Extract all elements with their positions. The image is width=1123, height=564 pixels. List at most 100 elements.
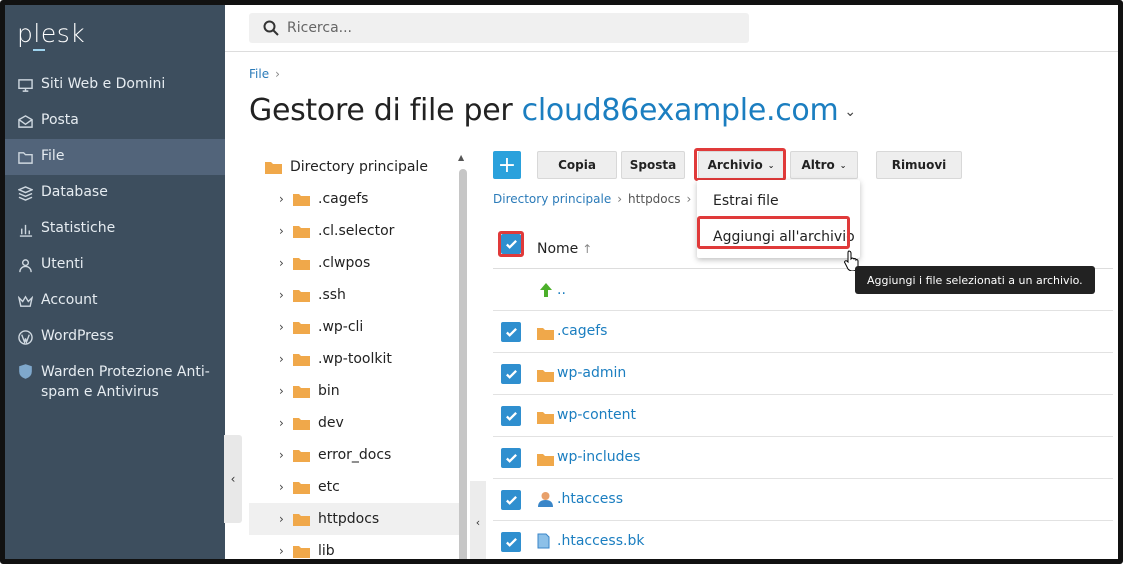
sidebar-item-users[interactable]: Utenti: [5, 247, 225, 283]
breadcrumb-files-link[interactable]: File: [249, 67, 269, 81]
folder-icon: [537, 367, 554, 386]
file-name-link[interactable]: wp-admin: [557, 365, 626, 381]
domain-selector[interactable]: cloud86example.com: [522, 93, 839, 128]
tree-item-label: .cagefs: [318, 191, 369, 207]
folder-icon: [293, 385, 310, 398]
more-button[interactable]: Altro ⌄: [790, 151, 858, 179]
tree-item[interactable]: › error_docs: [249, 439, 459, 471]
chevron-right-icon[interactable]: ›: [279, 480, 284, 494]
move-button[interactable]: Sposta: [621, 151, 685, 179]
shield-icon: [17, 363, 33, 379]
file-name-link[interactable]: .cagefs: [557, 323, 607, 339]
search-input[interactable]: Ricerca...: [249, 13, 749, 43]
row-checkbox[interactable]: [501, 322, 521, 342]
sidebar-item-statistics[interactable]: Statistiche: [5, 211, 225, 247]
page-title-text: Gestore di file per: [249, 93, 513, 128]
wordpress-icon: [17, 329, 33, 345]
parent-link[interactable]: ..: [557, 282, 566, 298]
path-root-link[interactable]: Directory principale: [493, 192, 611, 206]
tree-item[interactable]: › dev: [249, 407, 459, 439]
file-name-link[interactable]: .htaccess: [557, 491, 623, 507]
tree-item[interactable]: › .cl.selector: [249, 215, 459, 247]
check-icon: [505, 239, 517, 249]
tree-item[interactable]: › lib: [249, 535, 459, 559]
tree-item-label: etc: [318, 479, 340, 495]
tree-root[interactable]: Directory principale: [249, 151, 459, 183]
sort-arrow-icon: ↑: [582, 242, 593, 256]
chevron-right-icon[interactable]: ›: [279, 416, 284, 430]
folder-icon: [293, 321, 310, 334]
page-title: Gestore di file per cloud86example.com ⌄: [249, 93, 856, 128]
row-checkbox[interactable]: [501, 490, 521, 510]
row-checkbox[interactable]: [501, 364, 521, 384]
chevron-right-icon[interactable]: ›: [279, 352, 284, 366]
sidebar-item-files[interactable]: File: [5, 139, 225, 175]
tree-item[interactable]: › .cagefs: [249, 183, 459, 215]
mail-icon: [17, 113, 33, 129]
monitor-icon: [17, 77, 33, 93]
check-icon: [505, 369, 517, 379]
sidebar-item-websites[interactable]: Siti Web e Domini: [5, 67, 225, 103]
copy-button[interactable]: Copia: [537, 151, 617, 179]
scroll-up-icon[interactable]: ▲: [458, 153, 464, 162]
sidebar-item-wordpress[interactable]: WordPress: [5, 319, 225, 355]
tree-item[interactable]: › .ssh: [249, 279, 459, 311]
add-to-archive-highlight: [697, 216, 850, 249]
row-checkbox[interactable]: [501, 406, 521, 426]
add-button[interactable]: +: [493, 151, 521, 179]
chevron-down-icon: ⌄: [839, 160, 847, 170]
tree-item-label: Directory principale: [290, 159, 428, 175]
plesk-logo[interactable]: plesk: [17, 19, 85, 51]
tree-item[interactable]: › .wp-toolkit: [249, 343, 459, 375]
chevron-right-icon[interactable]: ›: [279, 384, 284, 398]
row-checkbox[interactable]: [501, 532, 521, 552]
tree-item-label: .clwpos: [318, 255, 371, 271]
sidebar-item-label: File: [41, 148, 65, 164]
chevron-right-icon[interactable]: ›: [279, 224, 284, 238]
scrollbar-thumb[interactable]: [459, 169, 467, 559]
tree-item[interactable]: › etc: [249, 471, 459, 503]
sidebar-item-account[interactable]: Account: [5, 283, 225, 319]
tree-item-label: .ssh: [318, 287, 346, 303]
sidebar-item-warden[interactable]: Warden Protezione Anti-spam e Antivirus: [5, 355, 225, 409]
chevron-right-icon[interactable]: ›: [279, 320, 284, 334]
folder-icon: [293, 353, 310, 366]
chevron-right-icon[interactable]: ›: [279, 288, 284, 302]
sidebar-collapse-handle[interactable]: ‹: [224, 435, 242, 523]
chevron-right-icon[interactable]: ›: [279, 256, 284, 270]
select-all-checkbox[interactable]: [501, 234, 521, 254]
column-header-name[interactable]: Nome ↑: [537, 241, 592, 257]
tree-item-label: .wp-toolkit: [318, 351, 392, 367]
sidebar-item-label: Database: [41, 184, 108, 200]
sidebar-item-mail[interactable]: Posta: [5, 103, 225, 139]
row-checkbox[interactable]: [501, 448, 521, 468]
sidebar-item-database[interactable]: Database: [5, 175, 225, 211]
archive-highlight: [694, 148, 786, 181]
folder-icon: [293, 257, 310, 270]
chevron-right-icon[interactable]: ›: [279, 448, 284, 462]
tree-item-label: bin: [318, 383, 340, 399]
extract-files-item[interactable]: Estrai file: [713, 193, 779, 209]
tree-item-label: .cl.selector: [318, 223, 395, 239]
tree-item[interactable]: › .clwpos: [249, 247, 459, 279]
path-breadcrumb: Directory principale › httpdocs ›: [493, 192, 692, 206]
chevron-down-icon[interactable]: ⌄: [844, 104, 856, 120]
tree-item-label: dev: [318, 415, 344, 431]
folder-icon: [293, 449, 310, 462]
file-name-link[interactable]: wp-includes: [557, 449, 640, 465]
remove-button[interactable]: Rimuovi: [876, 151, 962, 179]
tree-item-label: lib: [318, 543, 335, 559]
tree-item[interactable]: › .wp-cli: [249, 311, 459, 343]
file-name-link[interactable]: wp-content: [557, 407, 636, 423]
tree-scrollbar[interactable]: ▲: [457, 153, 467, 559]
tree-item[interactable]: › httpdocs: [249, 503, 459, 535]
tree-item[interactable]: › bin: [249, 375, 459, 407]
folder-icon: [537, 451, 554, 470]
chart-icon: [17, 221, 33, 237]
tree-collapse-handle[interactable]: ‹: [470, 481, 486, 559]
chevron-right-icon[interactable]: ›: [279, 544, 284, 558]
file-name-link[interactable]: .htaccess.bk: [557, 533, 644, 549]
chevron-right-icon[interactable]: ›: [279, 192, 284, 206]
chevron-right-icon[interactable]: ›: [279, 512, 284, 526]
folder-icon: [293, 193, 310, 206]
